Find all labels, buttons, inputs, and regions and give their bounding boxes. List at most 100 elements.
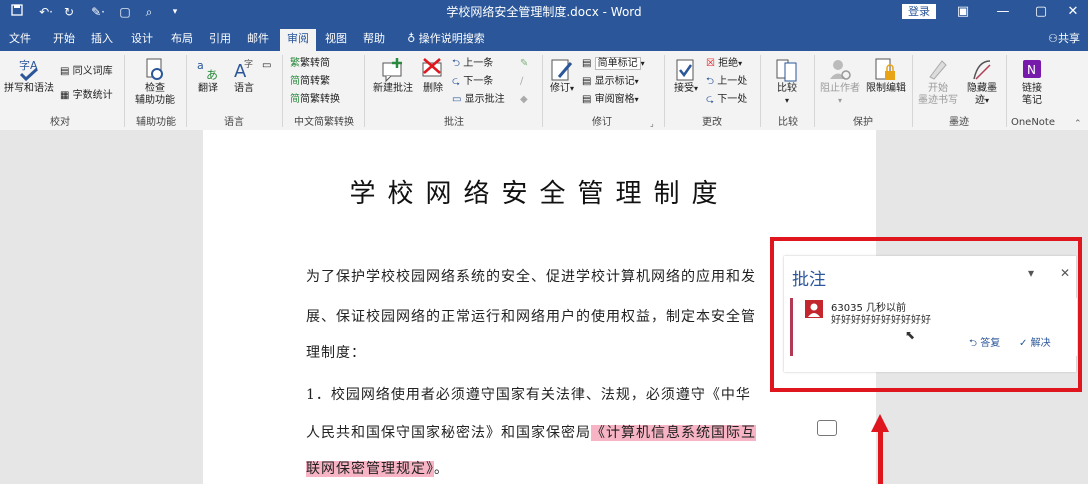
translate-icon: aあ	[197, 59, 218, 82]
translate-button[interactable]: aあ 翻译	[190, 57, 226, 95]
paragraph-line: 1．校园网络使用者必须遵守国家有关法律、法规，必须遵守《中华	[306, 387, 751, 403]
svg-text:N: N	[1027, 63, 1036, 77]
block-authors-button[interactable]: 阻止作者 ▾	[818, 57, 862, 107]
comment-bubble-icon[interactable]	[817, 420, 837, 436]
compare-button[interactable]: 比较 ▾	[764, 57, 810, 107]
tab-help[interactable]: 帮助	[360, 29, 388, 49]
ribbon-display-icon[interactable]: ▣	[946, 2, 980, 22]
start-inking-button[interactable]: 开始 墨迹书写	[916, 57, 960, 107]
review-ribbon: 字A 拼写和语法 ▤ 同义词库 ▦ 字数统计 校对 检查 辅助功能 辅助功能 a…	[0, 51, 1088, 131]
svg-text:あ: あ	[206, 68, 218, 82]
markup-dropdown[interactable]: ▤ 简单标记 ▾	[582, 57, 645, 71]
previous-comment-button[interactable]: ⮌ 上一条	[452, 57, 493, 71]
restrict-editing-button[interactable]: 限制编辑	[864, 57, 908, 95]
to-traditional-label: 简转繁	[300, 76, 330, 87]
language-button[interactable]: A字 语言	[226, 57, 262, 95]
convert-icon: 简	[290, 94, 300, 105]
minimize-icon[interactable]: —	[986, 2, 1020, 22]
tab-design[interactable]: 设计	[128, 29, 156, 49]
pen-icon[interactable]: ∕	[520, 75, 523, 89]
delete-comment-button[interactable]: 删除	[418, 57, 448, 95]
reject-button[interactable]: ☒ 拒绝▾	[706, 57, 742, 71]
share-button[interactable]: ⚇共享	[1048, 29, 1080, 49]
chevron-down-icon: ▾	[738, 59, 743, 68]
eraser-icon[interactable]: ◆	[520, 93, 528, 107]
hide-ink-button[interactable]: 隐藏墨 迹▾	[962, 57, 1002, 107]
check-accessibility-button[interactable]: 检查 辅助功能	[130, 57, 180, 107]
next-change-button[interactable]: ⮎ 下一处	[706, 93, 747, 107]
word-count-button[interactable]: ▦ 字数统计	[60, 89, 113, 103]
linked-notes-line1: 链接	[1022, 83, 1042, 94]
next-comment-label: 下一条	[463, 76, 494, 87]
tab-review[interactable]: 审阅	[280, 29, 316, 51]
thesaurus-icon: ▤	[60, 66, 70, 77]
tell-me-search[interactable]: ♁ 操作说明搜索	[398, 29, 494, 49]
new-comment-button[interactable]: 新建批注	[370, 57, 416, 95]
line-end: 。	[434, 461, 449, 477]
onenote-icon: N	[1023, 60, 1041, 78]
tab-file[interactable]: 文件	[6, 29, 34, 49]
compare-label: 比较	[777, 83, 797, 94]
separator	[124, 55, 125, 127]
show-markup-button[interactable]: ▤ 显示标记▾	[582, 75, 639, 89]
commented-text[interactable]: 《计算机信息系统国际互	[591, 425, 756, 441]
previous-comment-icon: ⮌	[452, 58, 461, 69]
separator	[364, 55, 365, 127]
line-text: 人民共和国保守国家秘密法》和国家保密局	[306, 425, 591, 441]
commented-text[interactable]: 联网保密管理规定》	[306, 461, 434, 477]
linked-notes-button[interactable]: N 链接 笔记	[1010, 57, 1054, 107]
separator	[542, 55, 543, 127]
group-label-chinese: 中文简繁转换	[294, 117, 354, 128]
tab-view[interactable]: 视图	[322, 29, 350, 49]
collapse-ribbon-icon[interactable]: ⌃	[1074, 117, 1082, 131]
annotation-arrow-shaft	[878, 430, 883, 484]
previous-change-button[interactable]: ⮌ 上一处	[706, 75, 747, 89]
tab-insert[interactable]: 插入	[88, 29, 116, 49]
dialog-launcher-icon[interactable]: ⌟	[650, 117, 654, 131]
to-simplified-label: 繁转简	[300, 58, 330, 69]
document-heading: 学校网络安全管理制度	[349, 179, 730, 209]
reviewing-pane-button[interactable]: ▤ 审阅窗格▾	[582, 93, 639, 107]
to-traditional-button[interactable]: 简简转繁	[290, 75, 330, 89]
tab-layout[interactable]: 布局	[168, 29, 196, 49]
tab-home[interactable]: 开始	[50, 29, 78, 49]
previous-change-icon: ⮌	[706, 76, 715, 87]
track-changes-icon	[551, 59, 573, 81]
to-simplified-icon: 繁	[290, 58, 300, 69]
spelling-grammar-button[interactable]: 字A 拼写和语法	[2, 57, 56, 95]
thesaurus-button[interactable]: ▤ 同义词库	[60, 65, 113, 79]
track-changes-button[interactable]: 修订▾	[546, 57, 578, 95]
convert-label: 简繁转换	[300, 94, 340, 105]
convert-button[interactable]: 简简繁转换	[290, 93, 340, 107]
menu-bar: 文件 开始 插入 设计 布局 引用 邮件 审阅 视图 帮助 ♁ 操作说明搜索 ⚇…	[0, 25, 1088, 51]
ink-comment-icon[interactable]: ✎	[520, 57, 528, 71]
lightbulb-icon: ♁	[407, 32, 416, 45]
tab-mailings[interactable]: 邮件	[244, 29, 272, 49]
group-label-language: 语言	[224, 117, 244, 128]
tab-references[interactable]: 引用	[206, 29, 234, 49]
show-comments-icon: ▭	[452, 94, 462, 105]
chevron-down-icon: ▾	[569, 84, 574, 93]
accept-button[interactable]: 接受▾	[670, 57, 702, 95]
close-icon[interactable]: ✕	[1056, 2, 1088, 22]
compare-icon	[776, 59, 797, 82]
translate-label: 翻译	[198, 83, 218, 94]
show-comments-button[interactable]: ▭ 显示批注	[452, 93, 505, 107]
language-options-icon[interactable]: ▭	[262, 59, 271, 73]
next-change-label: 下一处	[717, 94, 748, 105]
paragraph-line: 人民共和国保守国家秘密法》和国家保密局《计算机信息系统国际互	[306, 422, 756, 442]
chevron-down-icon: ▾	[640, 59, 645, 68]
show-markup-label: 显示标记	[594, 76, 635, 87]
thesaurus-label: 同义词库	[72, 66, 113, 77]
next-comment-button[interactable]: ⮎ 下一条	[452, 75, 493, 89]
group-label-protect: 保护	[853, 117, 873, 128]
start-inking-line1: 开始	[928, 83, 948, 94]
linked-notes-line2: 笔记	[1022, 95, 1042, 106]
hide-ink-icon	[973, 60, 991, 80]
login-button[interactable]: 登录	[902, 4, 936, 19]
separator	[664, 55, 665, 127]
maximize-icon[interactable]: ▢	[1024, 2, 1058, 22]
next-comment-icon: ⮎	[452, 76, 461, 87]
previous-change-label: 上一处	[717, 76, 748, 87]
to-simplified-button[interactable]: 繁繁转简	[290, 57, 330, 71]
